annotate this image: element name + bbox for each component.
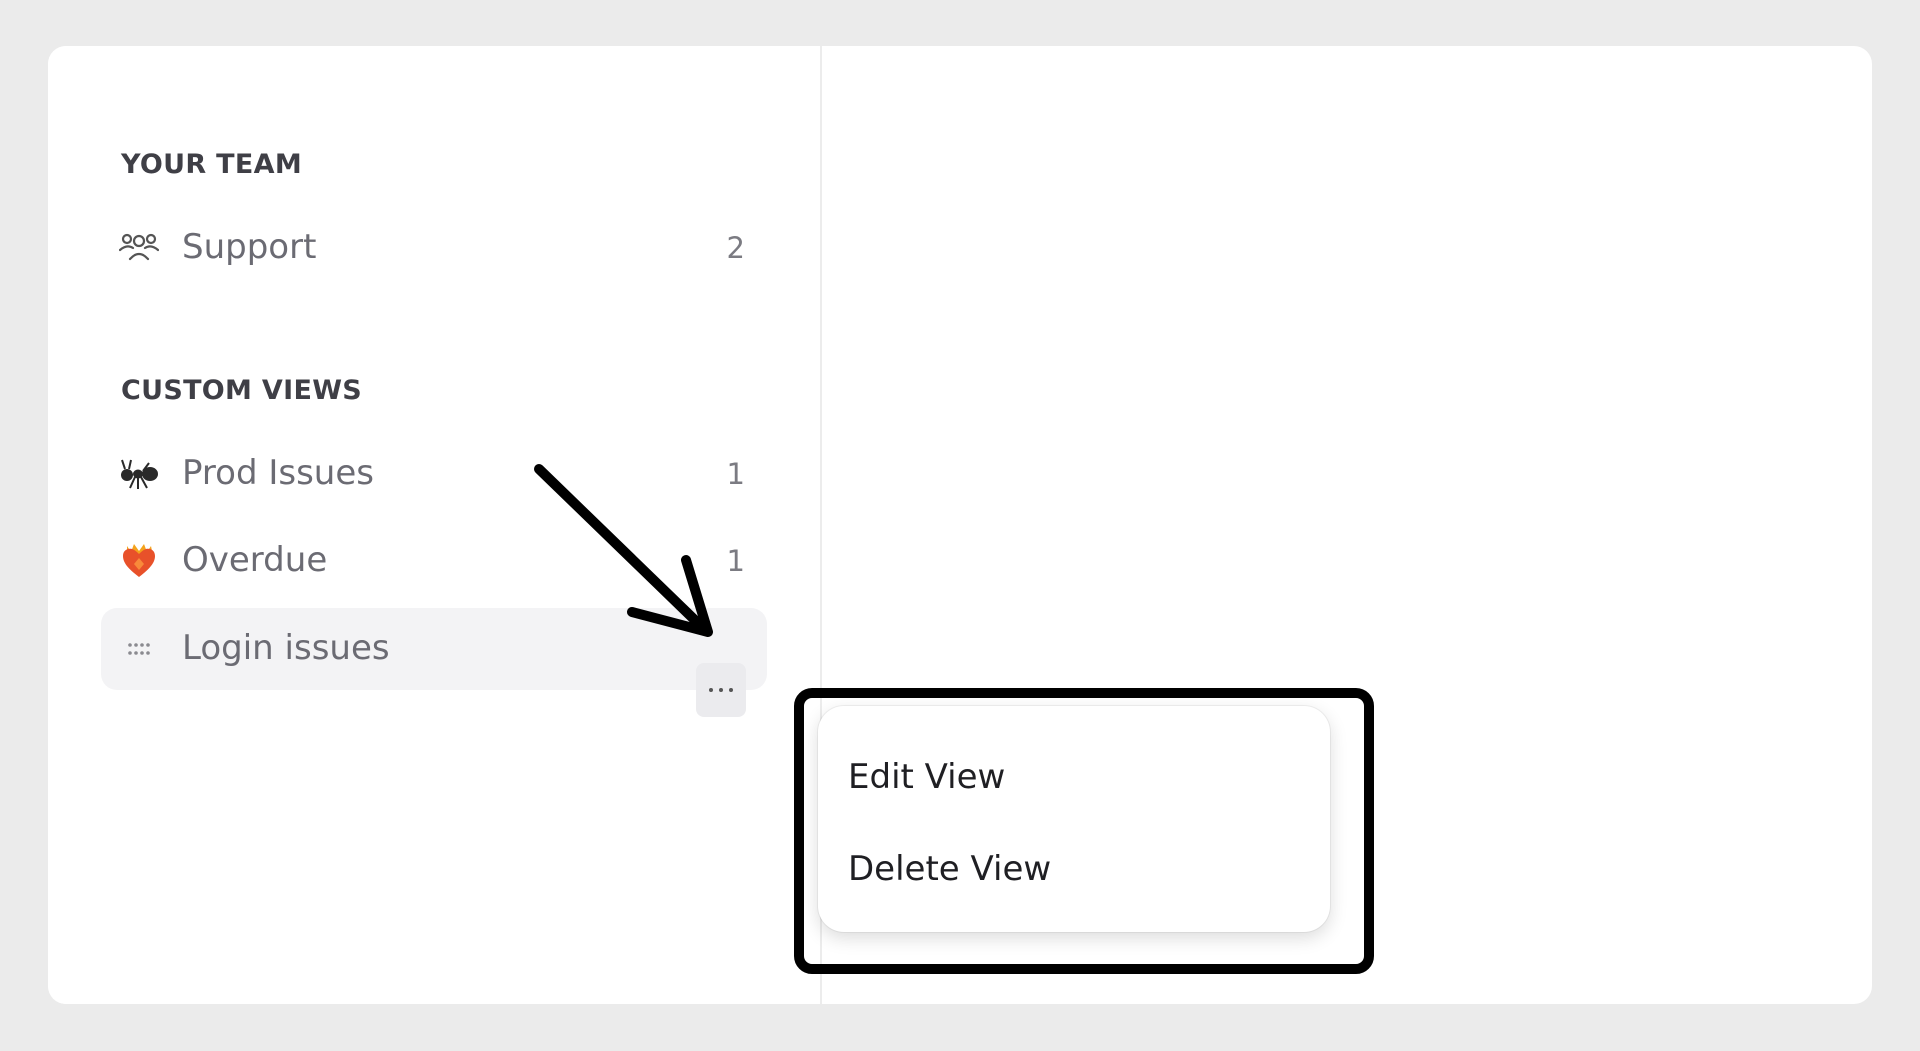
app-window: YOUR TEAM Support 2 CUSTOM VIEWS Prod Is… bbox=[48, 46, 1872, 1004]
heart-on-fire-emoji-icon bbox=[118, 540, 160, 582]
sidebar-item-overdue[interactable]: Overdue 1 bbox=[101, 520, 767, 602]
edit-view-menu-item[interactable]: Edit View bbox=[848, 754, 1005, 800]
sidebar-item-login-issues[interactable]: Login issues bbox=[101, 608, 767, 690]
more-horizontal-icon bbox=[709, 688, 713, 692]
sidebar-item-label: Prod Issues bbox=[182, 453, 374, 493]
sidebar-item-label: Support bbox=[182, 227, 317, 267]
context-menu: Edit View Delete View bbox=[818, 706, 1330, 932]
sidebar-item-label: Overdue bbox=[182, 540, 328, 580]
custom-views-heading: CUSTOM VIEWS bbox=[121, 375, 363, 406]
item-count: 1 bbox=[726, 544, 745, 578]
sidebar-item-label: Login issues bbox=[182, 628, 390, 668]
team-icon bbox=[118, 227, 160, 269]
more-options-button[interactable] bbox=[696, 663, 746, 717]
sidebar: YOUR TEAM Support 2 CUSTOM VIEWS Prod Is… bbox=[48, 46, 822, 1004]
item-count: 1 bbox=[726, 457, 745, 491]
drag-handle-icon[interactable] bbox=[118, 628, 160, 670]
sidebar-item-prod-issues[interactable]: Prod Issues 1 bbox=[101, 433, 767, 515]
ant-emoji-icon bbox=[118, 453, 160, 495]
your-team-heading: YOUR TEAM bbox=[121, 149, 302, 180]
item-count: 2 bbox=[726, 231, 745, 265]
delete-view-menu-item[interactable]: Delete View bbox=[848, 846, 1051, 892]
sidebar-item-support[interactable]: Support 2 bbox=[101, 207, 767, 289]
